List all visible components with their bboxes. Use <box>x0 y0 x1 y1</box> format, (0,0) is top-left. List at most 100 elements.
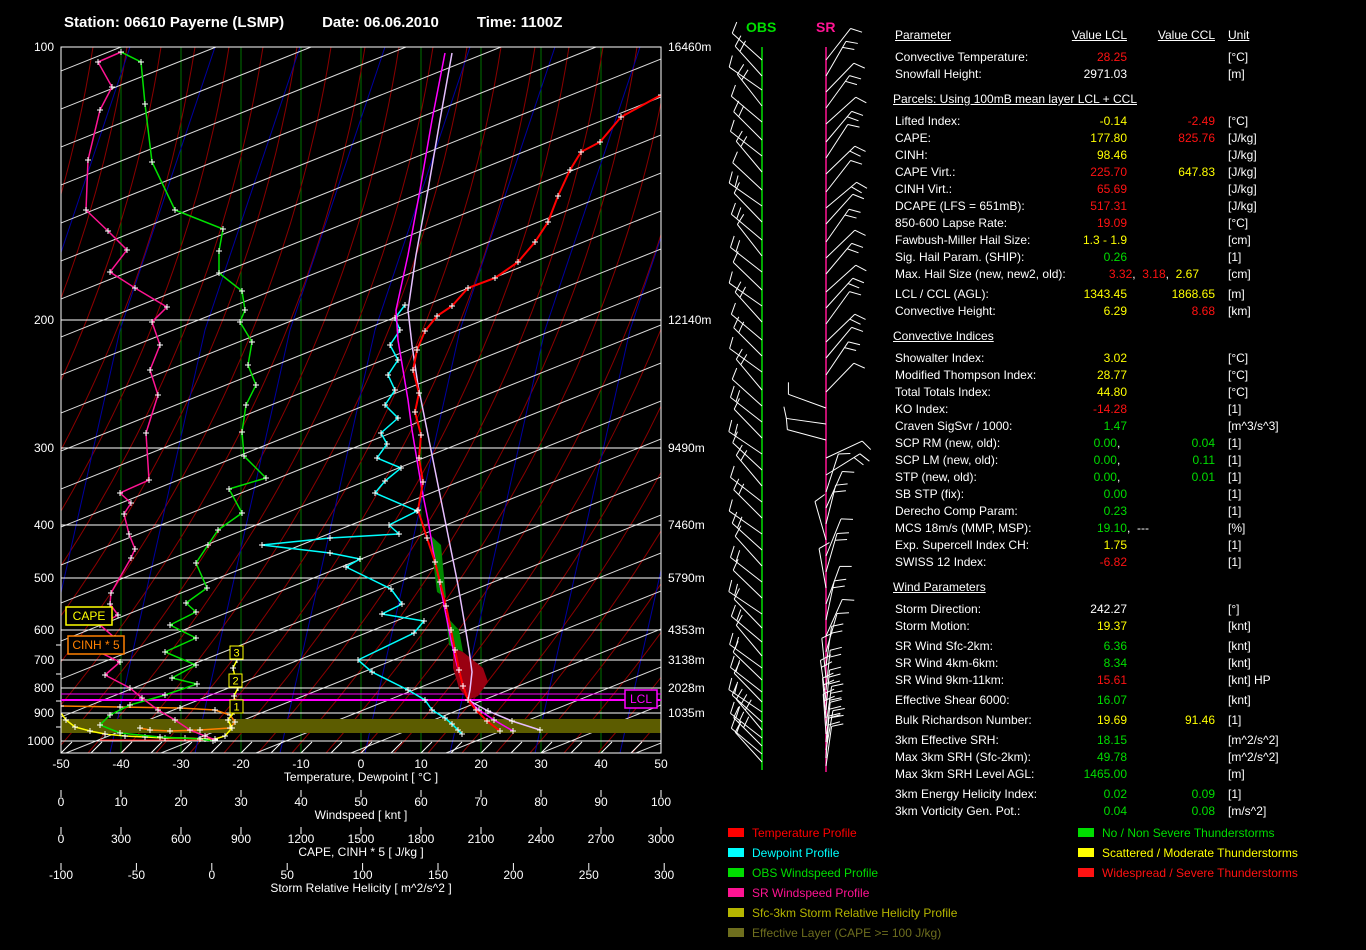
axis-tick-label: 40 <box>594 757 608 771</box>
table-row: Showalter Index: 3.02 [°C] <box>895 351 1249 365</box>
legend-swatch <box>1078 828 1094 838</box>
table-row: Convective Height: 6.29 8.68 [km] <box>895 304 1251 318</box>
table-row: Craven SigSvr / 1000: 1.47 [m^3/s^3] <box>895 419 1279 433</box>
svg-text:LCL: LCL <box>630 692 652 706</box>
table-row: Max. Hail Size (new, new2, old): 3.32, 3.… <box>895 267 1251 281</box>
obs-barb-column <box>728 21 763 770</box>
table-row: 3km Energy Helicity Index: 0.02 0.09 [1] <box>895 787 1242 801</box>
legend-swatch <box>1078 868 1094 878</box>
svg-text:CINH * 5: CINH * 5 <box>72 638 120 652</box>
plot-frame: 100 16460m 200 12140m 300 9490m 400 7460m 500 579… <box>27 40 711 754</box>
axis-tick-label: 900 <box>231 832 251 846</box>
pressure-label: 300 <box>34 441 54 455</box>
table-row: DCAPE (LFS = 651mB): 517.31 [J/kg] <box>895 199 1257 213</box>
profile-legend-item: Effective Layer (CAPE >= 100 J/kg) <box>728 922 957 942</box>
x-axis: -50 -40 -30 -20 -10 0 10 20 30 40 50 Temperature, D… <box>52 741 668 784</box>
table-row: SR Wind 9km-11km: 15.61 [knt] HP <box>895 673 1271 687</box>
axis-tick-label: 300 <box>654 868 674 882</box>
table-row: Exp. Supercell Index CH: 1.75 [1] <box>895 538 1242 552</box>
km-marker-label: 3 <box>233 648 239 660</box>
pressure-label: 700 <box>34 653 54 667</box>
x-axis: 0 300 600 900 1200 1500 1800 2100 2400 2700 3000 CA… <box>58 827 675 859</box>
axis-title: CAPE, CINH * 5 [ J/kg ] <box>298 845 423 859</box>
table-row: Lifted Index: -0.14 -2.49 [°C] <box>895 114 1249 128</box>
pressure-label: 600 <box>34 623 54 637</box>
altitude-label: 1035m <box>668 706 705 720</box>
table-row: 850-600 Lapse Rate: 19.09 [°C] <box>895 216 1249 230</box>
legend-swatch <box>728 868 744 878</box>
axis-tick-label: 90 <box>594 795 608 809</box>
axis-title: Temperature, Dewpoint [ °C ] <box>284 770 438 784</box>
axis-tick-label: 250 <box>579 868 599 882</box>
axis-tick-label: 3000 <box>648 832 675 846</box>
axis-tick-label: -50 <box>52 757 70 771</box>
axis-tick-label: 10 <box>414 757 428 771</box>
table-row: Max 3km SRH (Sfc-2km): 49.78 [m^2/s^2] <box>895 750 1279 764</box>
table-row: Max 3km SRH Level AGL: 1465.00 [m] <box>895 767 1245 781</box>
table-row: MCS 18m/s (MMP, MSP): 19.10, --- [%] <box>895 521 1246 535</box>
table-row: 3km Effective SRH: 18.15 [m^2/s^2] <box>895 733 1279 747</box>
axis-tick-label: 20 <box>174 795 188 809</box>
table-row: SB STP (fix): 0.00 [1] <box>895 487 1242 501</box>
axis-tick-label: 50 <box>281 868 295 882</box>
pressure-label: 800 <box>34 681 54 695</box>
x-axis: 0 10 20 30 40 50 60 70 80 90 100 Windspeed [ knt ] <box>58 790 671 822</box>
axis-tick-label: -10 <box>292 757 310 771</box>
axis-tick-label: 1200 <box>288 832 315 846</box>
legend-swatch <box>728 928 744 938</box>
km-marker-label: 2 <box>232 676 238 688</box>
axis-tick-label: 30 <box>234 795 248 809</box>
axis-tick-label: 50 <box>354 795 368 809</box>
axis-tick-label: 2100 <box>468 832 495 846</box>
table-row: CAPE: 177.80 825.76 [J/kg] <box>895 131 1257 145</box>
table-row: 3km Vorticity Gen. Pot.: 0.04 0.08 [m/s^2] <box>895 804 1267 818</box>
table-row: SCP RM (new, old): 0.00, 0.04 [1] <box>895 436 1242 450</box>
axis-tick-label: 0 <box>208 868 215 882</box>
axis-tick-label: 60 <box>414 795 428 809</box>
x-axis: -100 -50 0 50 100 150 200 250 300 Storm Relative … <box>49 863 675 895</box>
severity-legend-item: Scattered / Moderate Thunderstorms <box>1078 842 1298 862</box>
legend-swatch <box>728 908 744 918</box>
pressure-label: 100 <box>34 40 54 54</box>
altitude-label: 5790m <box>668 571 705 585</box>
altitude-label: 2028m <box>668 681 705 695</box>
axis-tick-label: 1800 <box>408 832 435 846</box>
table-row: Total Totals Index: 44.80 [°C] <box>895 385 1249 399</box>
parcel-path <box>395 52 469 701</box>
table-section-header: Wind Parameters <box>893 580 986 594</box>
table-row: SWISS 12 Index: -6.82 [1] <box>895 555 1242 569</box>
axis-tick-label: 40 <box>294 795 308 809</box>
table-row: KO Index: -14.28 [1] <box>895 402 1242 416</box>
pressure-label: 900 <box>34 706 54 720</box>
axis-tick-label: 200 <box>503 868 523 882</box>
axis-tick-label: 80 <box>534 795 548 809</box>
axis-tick-label: -50 <box>128 868 146 882</box>
altitude-label: 4353m <box>668 623 705 637</box>
axis-tick-label: 70 <box>474 795 488 809</box>
axis-tick-label: 0 <box>358 757 365 771</box>
axis-tick-label: -20 <box>232 757 250 771</box>
axis-tick-label: 600 <box>171 832 191 846</box>
axis-tick-label: 1500 <box>348 832 375 846</box>
profile-legend-item: Sfc-3km Storm Relative Helicity Profile <box>728 902 957 922</box>
table-row: CAPE Virt.: 225.70 647.83 [J/kg] <box>895 165 1257 179</box>
axis-tick-label: -30 <box>172 757 190 771</box>
profile-legend-item: OBS Windspeed Profile <box>728 862 957 882</box>
parameter-table: Parameter Value LCL Value CCL Unit Convectiv… <box>893 27 1365 820</box>
axis-tick-label: 10 <box>114 795 128 809</box>
svg-text:CAPE: CAPE <box>73 609 106 623</box>
altitude-label: 12140m <box>668 313 711 327</box>
table-row: Sig. Hail Param. (SHIP): 0.26 [1] <box>895 250 1242 264</box>
axis-tick-label: 2700 <box>588 832 615 846</box>
table-row: SR Wind 4km-6km: 8.34 [knt] <box>895 656 1251 670</box>
table-row: STP (new, old): 0.00, 0.01 [1] <box>895 470 1242 484</box>
axis-title: Storm Relative Helicity [ m^2/s^2 ] <box>270 881 451 895</box>
axis-tick-label: 150 <box>428 868 448 882</box>
cape-cin-fills <box>430 535 488 700</box>
axis-tick-label: 30 <box>534 757 548 771</box>
axis-title: Windspeed [ knt ] <box>315 808 408 822</box>
table-row: Fawbush-Miller Hail Size: 1.3 - 1.9 [cm] <box>895 233 1251 247</box>
table-row: Derecho Comp Param: 0.23 [1] <box>895 504 1242 518</box>
table-header-row: Parameter Value LCL Value CCL Unit <box>895 28 1250 42</box>
table-section-header: Parcels: Using 100mB mean layer LCL + CC… <box>893 92 1137 106</box>
